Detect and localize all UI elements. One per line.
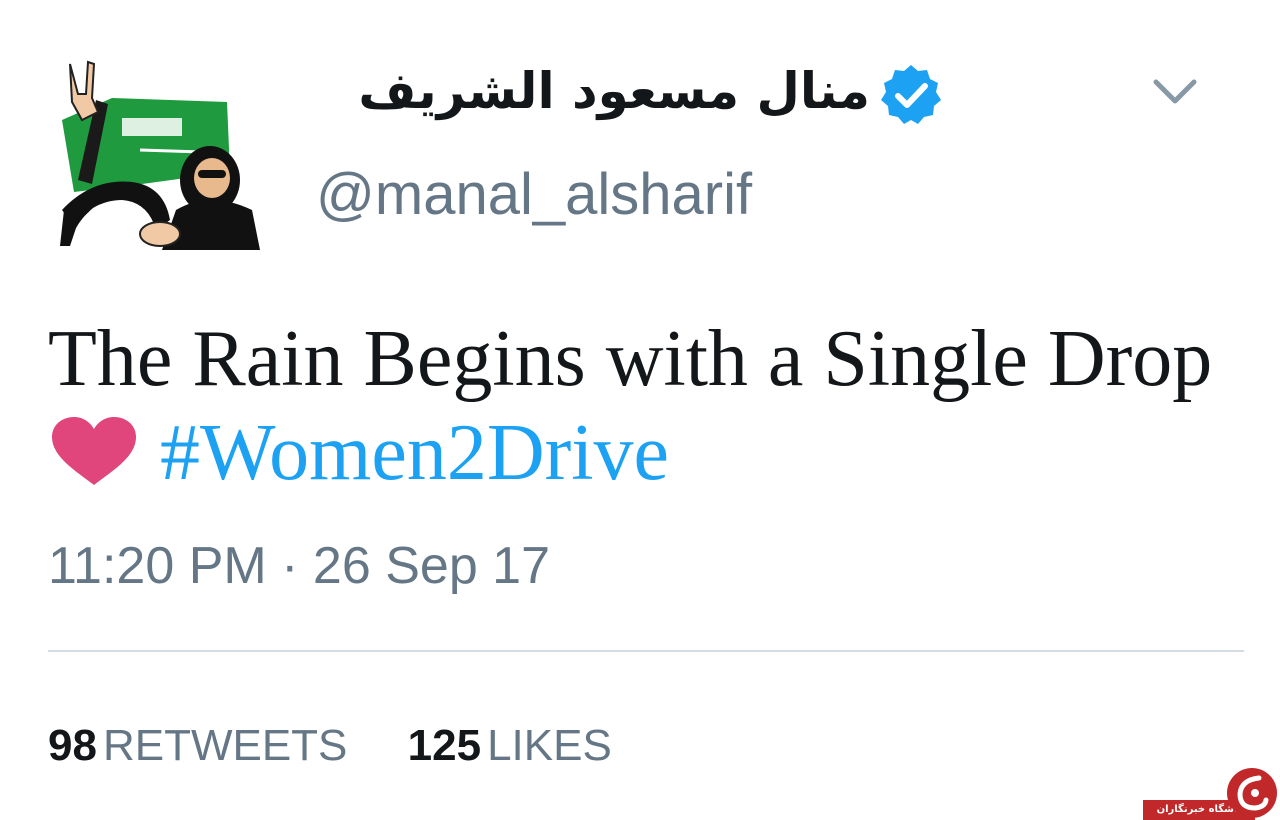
display-name[interactable]: منال مسعود الشريف bbox=[318, 56, 870, 126]
tweet-timestamp[interactable]: 11:20 PM · 26 Sep 17 bbox=[48, 536, 550, 596]
tweet-text: The Rain Begins with a Single Drop #Wome… bbox=[48, 312, 1238, 500]
heart-emoji bbox=[52, 417, 136, 485]
divider bbox=[48, 650, 1244, 652]
watermark-logo: باشگاه خبرنگاران bbox=[1143, 766, 1280, 820]
retweets-count: 98 bbox=[48, 721, 97, 770]
retweets-label: RETWEETS bbox=[102, 721, 348, 770]
likes-count: 125 bbox=[407, 721, 482, 770]
likes-label: LIKES bbox=[487, 721, 612, 770]
avatar[interactable] bbox=[52, 60, 264, 250]
hashtag-link[interactable]: #Women2Drive bbox=[160, 409, 669, 497]
watermark-circle-icon bbox=[1227, 768, 1277, 818]
chevron-down-icon[interactable] bbox=[1148, 72, 1202, 112]
verified-badge-icon bbox=[881, 65, 941, 124]
user-handle[interactable]: @manal_alsharif bbox=[316, 160, 752, 230]
retweets-stat[interactable]: 98 RETWEETS bbox=[48, 716, 347, 776]
tweet-stats: 98 RETWEETS 125 LIKES bbox=[48, 716, 660, 776]
likes-stat[interactable]: 125 LIKES bbox=[408, 716, 612, 776]
tweet-body: The Rain Begins with a Single Drop bbox=[48, 315, 1213, 403]
